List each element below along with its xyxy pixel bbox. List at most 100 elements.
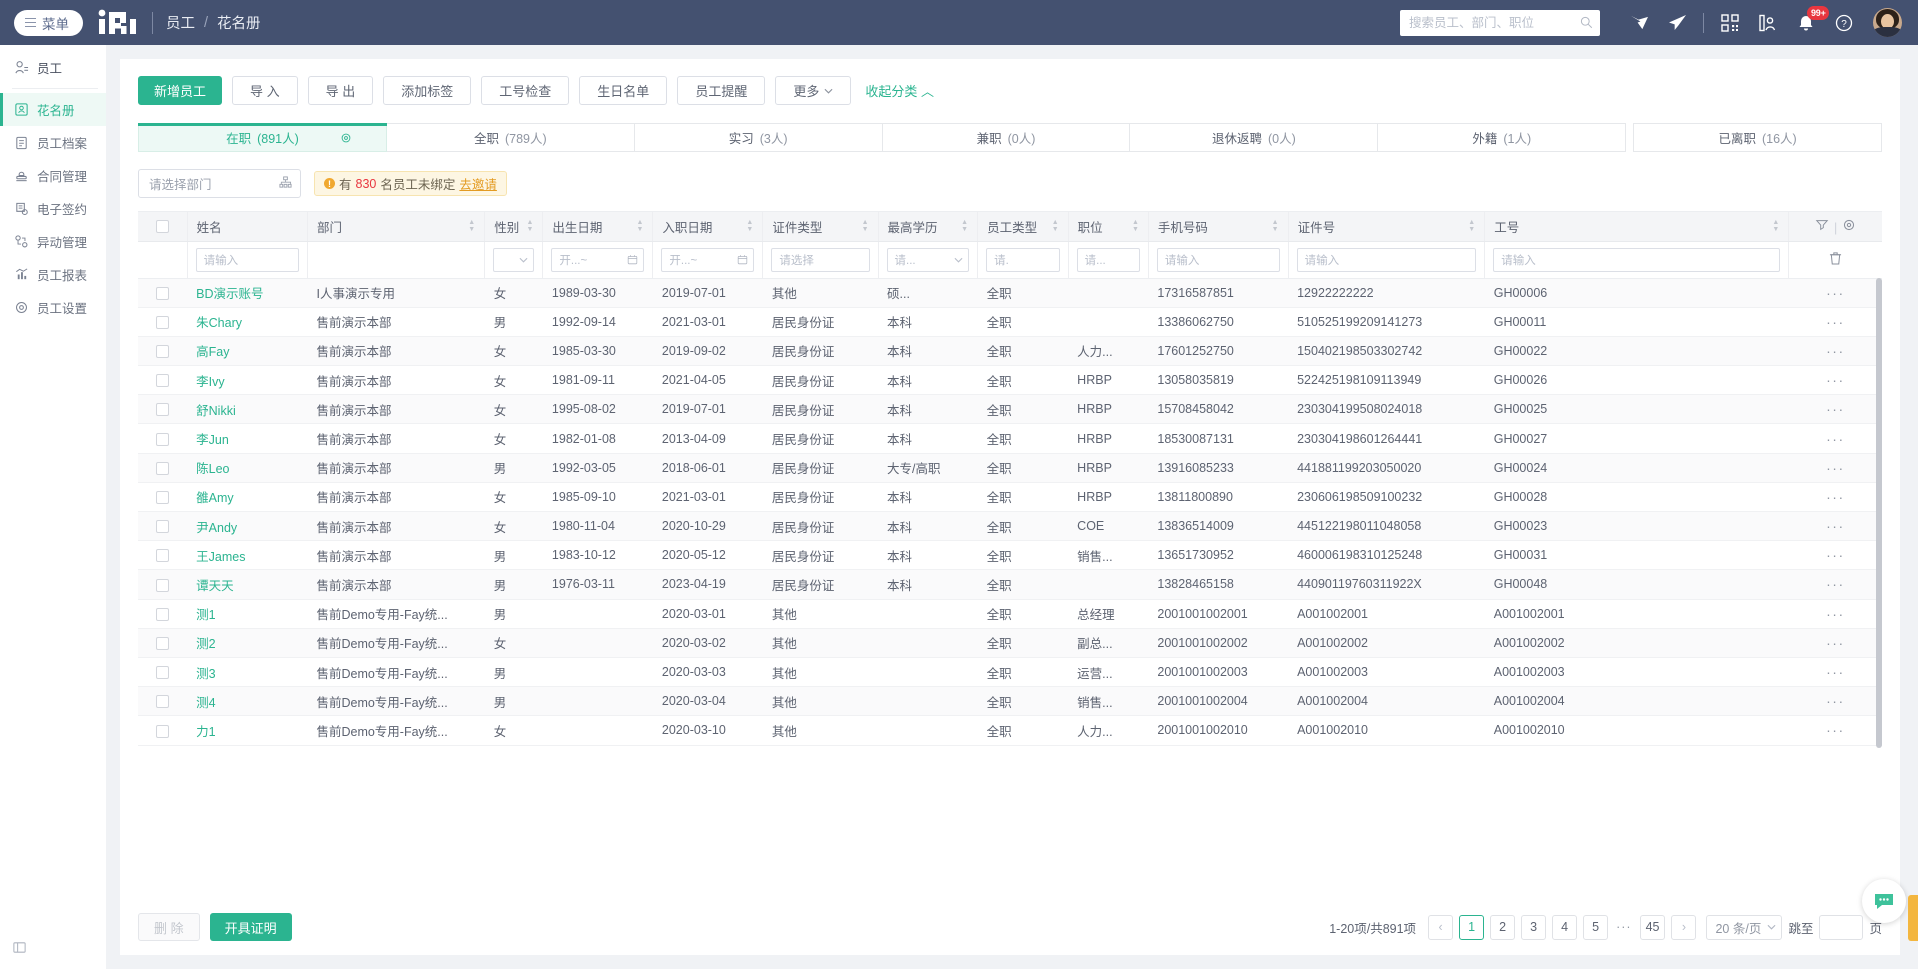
row-more-actions[interactable]: ··· [1826, 693, 1845, 709]
tab-resigned[interactable]: 已离职 (16人) [1633, 123, 1883, 152]
invite-link[interactable]: 去邀请 [459, 174, 497, 193]
column-header-birth[interactable]: 出生日期 ▲ ▼ [542, 212, 654, 242]
sort-toggle[interactable]: ▲ ▼ [1468, 219, 1475, 233]
row-checkbox[interactable] [156, 695, 170, 709]
row-more-actions[interactable]: ··· [1826, 372, 1845, 388]
employee-name-link[interactable]: 测2 [196, 637, 215, 651]
sort-toggle[interactable]: ▲ ▼ [468, 219, 475, 233]
row-more-actions[interactable]: ··· [1826, 460, 1845, 476]
search-input[interactable] [1409, 15, 1580, 30]
sort-toggle[interactable]: ▲ ▼ [636, 219, 643, 233]
row-more-actions[interactable]: ··· [1826, 314, 1845, 330]
filter-input-empno[interactable]: 请输入 [1493, 247, 1781, 272]
employee-name-link[interactable]: 陈Leo [196, 462, 229, 476]
sort-toggle[interactable]: ▲ ▼ [1272, 219, 1279, 233]
table-row[interactable]: 测1 售前Demo专用-Fay统... 男 2020-03-01 其他 全职 总经理 2001… [138, 599, 1882, 629]
export-button[interactable]: 导 出 [307, 76, 374, 105]
row-more-actions[interactable]: ··· [1826, 606, 1845, 622]
column-header-idno[interactable]: 证件号 ▲ ▼ [1288, 212, 1486, 242]
employee-name-link[interactable]: 李Jun [196, 433, 229, 447]
employee-name-link[interactable]: 高Fay [196, 345, 229, 359]
employee-name-link[interactable]: 舒Nikki [196, 404, 236, 418]
employee-name-link[interactable]: 测4 [196, 696, 215, 710]
employee-name-link[interactable]: 测1 [196, 608, 215, 622]
sort-toggle[interactable]: ▲ ▼ [961, 219, 968, 233]
table-row[interactable]: 力1 售前Demo专用-Fay统... 女 2020-03-10 其他 全职 人力... 20… [138, 715, 1882, 746]
table-row[interactable]: 朱Chary 售前演示本部男 1992-09-14 2021-03-01 居民身份证 本科… [138, 307, 1882, 337]
column-header-idtype[interactable]: 证件类型 ▲ ▼ [762, 212, 879, 242]
table-row[interactable]: 陈Leo 售前演示本部男 1992-03-05 2018-06-01 居民身份证 大专/高… [138, 453, 1882, 483]
right-edge-tab[interactable] [1908, 895, 1918, 941]
row-more-actions[interactable]: ··· [1826, 547, 1845, 563]
row-checkbox[interactable] [156, 315, 170, 329]
more-button[interactable]: 更多 [775, 76, 852, 105]
row-checkbox[interactable] [156, 374, 170, 388]
menu-button[interactable]: 菜单 [14, 9, 83, 36]
bell-icon[interactable]: 99+ [1787, 0, 1830, 45]
page-button-3[interactable]: 3 [1521, 914, 1547, 940]
table-row[interactable]: 测4 售前Demo专用-Fay统... 男 2020-03-04 其他 全职 销售... 20… [138, 686, 1882, 717]
row-more-actions[interactable]: ··· [1826, 635, 1845, 651]
column-header-position[interactable]: 职位 ▲ ▼ [1068, 212, 1149, 242]
column-header-gender[interactable]: 性别 ▲ ▼ [484, 212, 544, 242]
tab-rehired-retiree[interactable]: 退休返聘 (0人) [1130, 123, 1379, 152]
filter-input-name[interactable]: 请输入 [195, 247, 299, 272]
id-check-button[interactable]: 工号检查 [481, 76, 570, 105]
sidebar-item-employee-file[interactable]: 员工档案 [0, 126, 106, 159]
add-employee-button[interactable]: 新增员工 [138, 76, 223, 105]
tab-parttime[interactable]: 兼职 (0人) [882, 123, 1131, 152]
table-row[interactable]: 李Ivy 售前演示本部女 1981-09-11 2021-04-05 居民身份证 本科 全职… [138, 365, 1882, 396]
employee-name-link[interactable]: 谭天天 [196, 579, 234, 593]
prev-page-button[interactable]: ‹ [1428, 914, 1454, 940]
employee-remind-button[interactable]: 员工提醒 [677, 76, 766, 105]
employee-name-link[interactable]: 李Ivy [196, 375, 224, 389]
table-row[interactable]: 尹Andy 售前演示本部女 1980-11-04 2020-10-29 居民身份证 本科全… [138, 511, 1882, 542]
table-row[interactable]: 测2 售前Demo专用-Fay统... 女 2020-03-02 其他 全职 副总... 20… [138, 628, 1882, 658]
row-more-actions[interactable]: ··· [1826, 722, 1845, 738]
column-header-emptype[interactable]: 员工类型 ▲ ▼ [977, 212, 1069, 242]
tab-foreign[interactable]: 外籍 (1人) [1378, 123, 1627, 152]
sidebar-item-contract[interactable]: 合同管理 [0, 159, 106, 192]
page-button-2[interactable]: 2 [1490, 914, 1516, 940]
birthday-list-button[interactable]: 生日名单 [579, 76, 668, 105]
breadcrumb-item-employee[interactable]: 员工 [166, 12, 195, 33]
page-button-last[interactable]: 45 [1639, 914, 1666, 940]
row-checkbox[interactable] [156, 666, 170, 680]
row-more-actions[interactable]: ··· [1826, 285, 1845, 301]
delete-button[interactable]: 删 除 [138, 913, 200, 941]
sidebar-item-report[interactable]: 员工报表 [0, 258, 106, 291]
contact-card-icon[interactable] [1749, 0, 1787, 45]
bird-icon[interactable] [1620, 0, 1658, 45]
breadcrumb-item-roster[interactable]: 花名册 [217, 12, 261, 33]
sidebar-item-esign[interactable]: 电子签约 [0, 192, 106, 225]
tab-active-employees[interactable]: 在职 (891人) [138, 123, 387, 152]
send-icon[interactable] [1658, 0, 1696, 45]
page-button-1[interactable]: 1 [1459, 914, 1485, 940]
employee-name-link[interactable]: 尹Andy [196, 521, 237, 535]
jump-page-input[interactable] [1819, 914, 1864, 940]
filter-input-position[interactable]: 请... [1076, 247, 1140, 272]
sort-toggle[interactable]: ▲ ▼ [1772, 219, 1779, 233]
add-tag-button[interactable]: 添加标签 [383, 76, 472, 105]
department-select[interactable]: 请选择部门 [138, 169, 301, 198]
page-button-4[interactable]: 4 [1552, 914, 1578, 940]
table-row[interactable]: 李Jun 售前演示本部女 1982-01-08 2013-04-09 居民身份证 本科 全职… [138, 423, 1882, 454]
row-checkbox[interactable] [156, 520, 170, 534]
filter-select-gender[interactable] [493, 247, 535, 272]
sort-toggle[interactable]: ▲ ▼ [1052, 219, 1059, 233]
row-more-actions[interactable]: ··· [1826, 431, 1845, 447]
employee-name-link[interactable]: BD演示账号 [196, 287, 263, 301]
row-more-actions[interactable]: ··· [1826, 664, 1845, 680]
table-row[interactable]: BD演示账号 I人事演示专用女 1989-03-30 2019-07-01 其他 硕...… [138, 278, 1882, 308]
sort-toggle[interactable]: ▲ ▼ [526, 219, 533, 233]
column-header-empno[interactable]: 工号 ▲ ▼ [1484, 212, 1790, 242]
page-button-5[interactable]: 5 [1583, 914, 1609, 940]
table-row[interactable]: 雒Amy 售前演示本部女 1985-09-10 2021-03-01 居民身份证 本科 全职… [138, 482, 1882, 513]
table-row[interactable]: 王James 售前演示本部男 1983-10-12 2020-05-12 居民身份证 本科… [138, 540, 1882, 571]
collapse-category-link[interactable]: 收起分类 ︿ [865, 81, 934, 100]
employee-name-link[interactable]: 测3 [196, 667, 215, 681]
employee-name-link[interactable]: 朱Chary [196, 316, 242, 330]
row-checkbox[interactable] [156, 432, 170, 446]
next-page-button[interactable]: › [1671, 914, 1697, 940]
avatar[interactable] [1873, 8, 1902, 37]
